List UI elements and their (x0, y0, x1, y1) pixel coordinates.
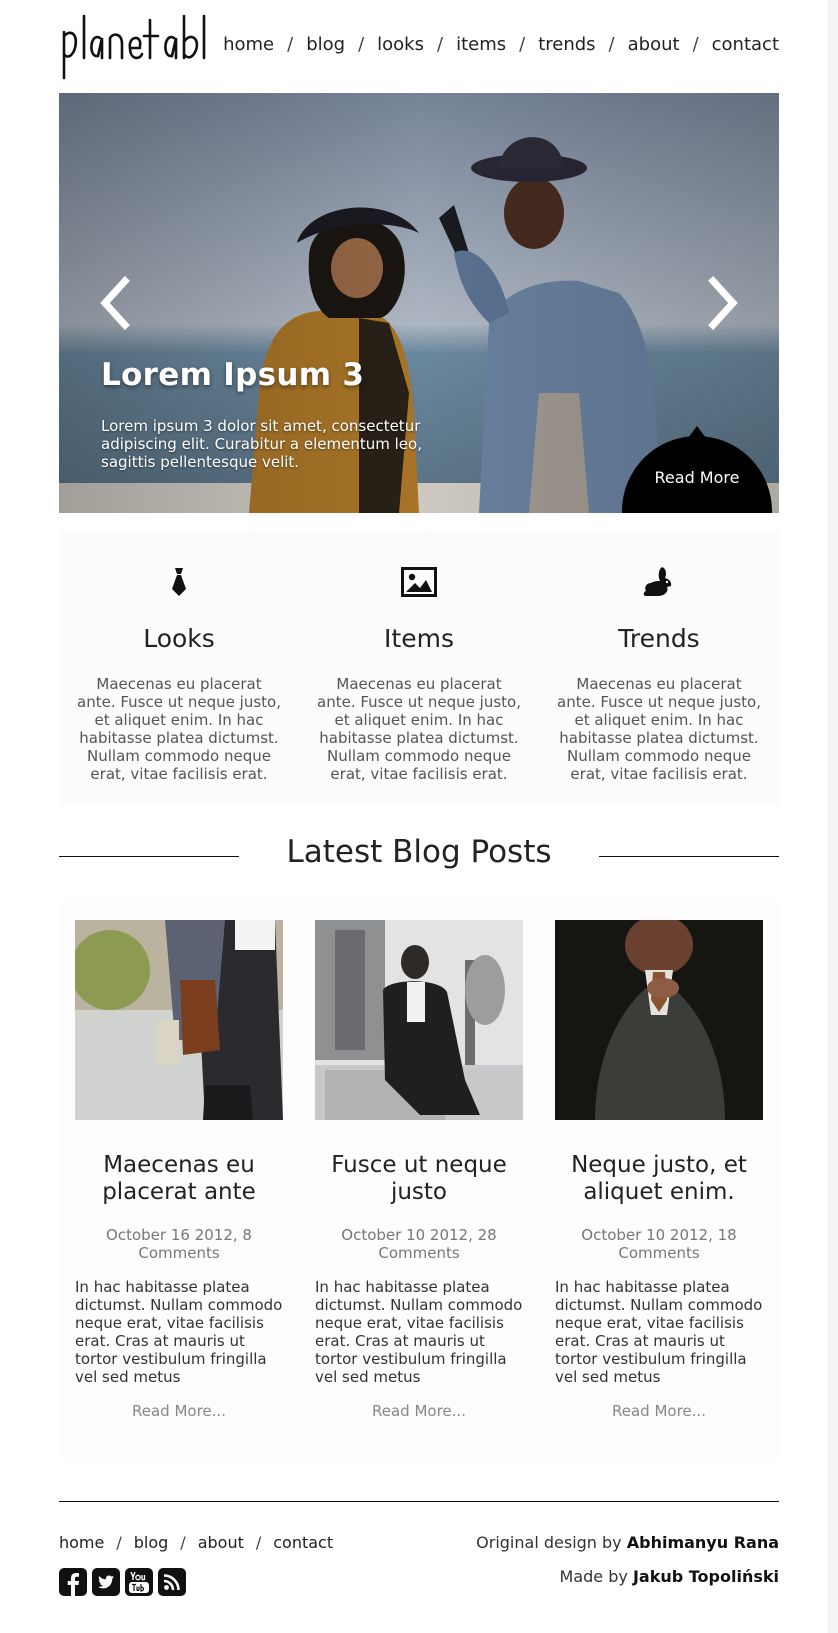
blog-post: Neque justo, et aliquet enim. October 10… (555, 920, 763, 1420)
feature-text: Maecenas eu placerat ante. Fusce ut nequ… (317, 675, 521, 783)
twitter-icon[interactable] (92, 1568, 120, 1596)
post-photo (555, 920, 763, 1120)
footer-nav-home[interactable]: home (59, 1533, 104, 1552)
credit-original-design: Original design by Abhimanyu Rana (476, 1533, 779, 1553)
features-section: Looks Maecenas eu placerat ante. Fusce u… (59, 530, 779, 805)
nav-separator: / (358, 34, 365, 55)
post-thumbnail[interactable] (555, 920, 763, 1120)
post-meta: October 16 2012, 8 Comments (106, 1226, 252, 1262)
slider-next-button[interactable] (703, 275, 743, 331)
facebook-icon[interactable] (59, 1568, 87, 1596)
credit-prefix: Original design by (476, 1533, 622, 1552)
post-meta: October 10 2012, 18 Comments (581, 1226, 737, 1262)
post-excerpt: In hac habitasse platea dictumst. Nullam… (315, 1278, 523, 1386)
post-read-more-link[interactable]: Read More... (75, 1402, 283, 1420)
nav-separator: / (287, 34, 294, 55)
footer-nav-contact[interactable]: contact (273, 1533, 333, 1552)
feature-text: Maecenas eu placerat ante. Fusce ut nequ… (557, 675, 761, 783)
post-title[interactable]: Fusce ut neque justo (315, 1152, 523, 1206)
hero-slider: Lorem Ipsum 3 Lorem ipsum 3 dolor sit am… (59, 93, 779, 513)
credit-prefix: Made by (559, 1567, 628, 1586)
nav-separator: / (436, 34, 444, 55)
feature-looks: Looks Maecenas eu placerat ante. Fusce u… (59, 530, 299, 783)
read-more-label: Read More (654, 468, 740, 487)
rss-icon[interactable] (158, 1568, 186, 1596)
read-more-pointer (688, 426, 706, 438)
site-logo[interactable] (58, 14, 208, 80)
footer-nav: home / blog / about / contact (59, 1533, 333, 1552)
nav-separator: / (255, 1533, 262, 1552)
post-meta: October 10 2012, 28 Comments (341, 1226, 497, 1262)
logo-wordmark (62, 14, 206, 80)
blog-post: Maecenas eu placerat ante October 16 201… (75, 920, 283, 1420)
feature-trends: Trends Maecenas eu placerat ante. Fusce … (539, 530, 779, 783)
footer-nav-about[interactable]: about (198, 1533, 244, 1552)
feature-items: Items Maecenas eu placerat ante. Fusce u… (299, 530, 539, 783)
nav-contact[interactable]: contact (712, 34, 779, 55)
credit-name-developer[interactable]: Jakub Topoliński (633, 1567, 779, 1586)
post-read-more-link[interactable]: Read More... (315, 1402, 523, 1420)
slider-prev-button[interactable] (95, 275, 135, 331)
heading-rule-right (599, 856, 779, 857)
post-photo (75, 920, 283, 1120)
post-read-more-link[interactable]: Read More... (555, 1402, 763, 1420)
post-title[interactable]: Neque justo, et aliquet enim. (555, 1152, 763, 1206)
blog-post: Fusce ut neque justo October 10 2012, 28… (315, 920, 523, 1420)
footer-nav-blog[interactable]: blog (134, 1533, 169, 1552)
nav-home[interactable]: home (223, 34, 274, 55)
post-thumbnail[interactable] (315, 920, 523, 1120)
post-photo (315, 920, 523, 1120)
slide-caption: Lorem ipsum 3 dolor sit amet, consectetu… (101, 417, 422, 471)
slide-title: Lorem Ipsum 3 (101, 357, 365, 393)
credit-name-designer[interactable]: Abhimanyu Rana (627, 1533, 779, 1552)
nav-separator: / (692, 34, 699, 55)
footer-divider (59, 1501, 779, 1502)
post-title[interactable]: Maecenas eu placerat ante (75, 1152, 283, 1206)
post-excerpt: In hac habitasse platea dictumst. Nullam… (75, 1278, 283, 1386)
nav-looks[interactable]: looks (377, 34, 424, 55)
section-title: Latest Blog Posts (286, 834, 552, 870)
nav-separator: / (519, 34, 526, 55)
chevron-right-icon (708, 276, 738, 330)
page: home / blog / looks / items / trends / a… (0, 0, 838, 1633)
scrollbar[interactable] (828, 0, 838, 1633)
youtube-icon[interactable] (125, 1568, 153, 1596)
post-thumbnail[interactable] (75, 920, 283, 1120)
feature-title: Items (384, 624, 454, 653)
main-nav: home / blog / looks / items / trends / a… (223, 34, 779, 55)
chevron-left-icon (100, 276, 130, 330)
tie-icon (172, 568, 186, 596)
nav-items[interactable]: items (456, 34, 506, 55)
footer-credits: Original design by Abhimanyu Rana Made b… (476, 1533, 779, 1587)
nav-trends[interactable]: trends (538, 34, 595, 55)
post-excerpt: In hac habitasse platea dictumst. Nullam… (555, 1278, 763, 1386)
nav-separator: / (180, 1533, 186, 1552)
blog-section-heading: Latest Blog Posts (59, 830, 779, 880)
slide-read-more-button[interactable]: Read More (622, 426, 772, 513)
rabbit-icon (643, 567, 672, 596)
nav-blog[interactable]: blog (306, 34, 345, 55)
credit-made-by: Made by Jakub Topoliński (476, 1567, 779, 1587)
feature-title: Trends (618, 624, 700, 653)
nav-separator: / (116, 1533, 122, 1552)
nav-separator: / (608, 34, 615, 55)
feature-title: Looks (143, 624, 215, 653)
social-links (59, 1568, 186, 1596)
nav-about[interactable]: about (628, 34, 680, 55)
feature-text: Maecenas eu placerat ante. Fusce ut nequ… (77, 675, 281, 783)
blog-posts: Maecenas eu placerat ante October 16 201… (59, 900, 779, 1460)
image-icon (401, 567, 437, 597)
